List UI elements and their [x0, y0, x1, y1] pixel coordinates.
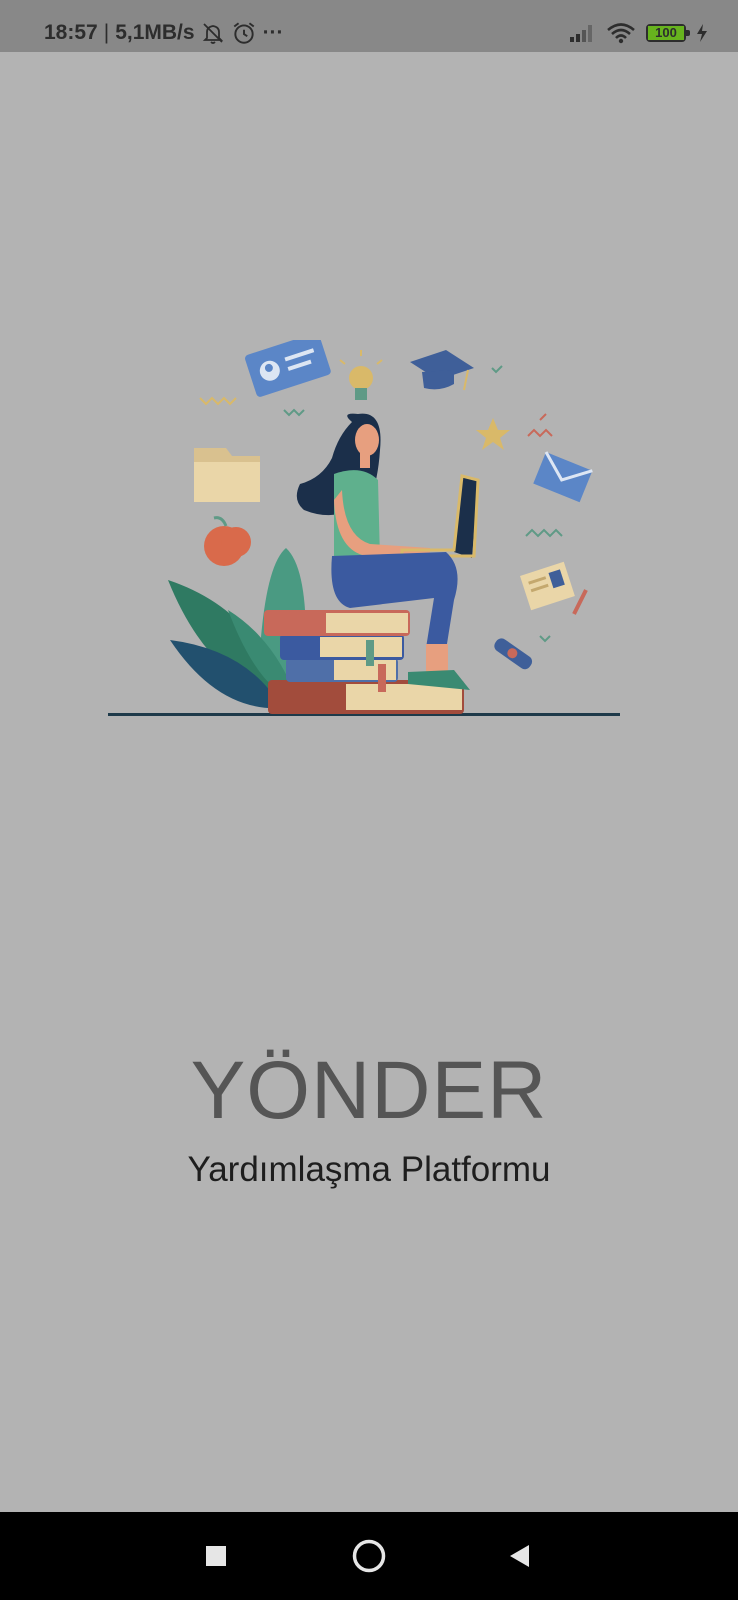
status-left: 18:57 | 5,1MB/s ··· [44, 18, 284, 48]
status-bar: 18:57 | 5,1MB/s ··· 100 [0, 0, 738, 52]
home-button[interactable] [345, 1532, 393, 1580]
document-icon [520, 561, 575, 611]
pen-icon [572, 589, 588, 615]
do-not-disturb-icon [202, 23, 223, 44]
status-separator: | [103, 21, 110, 44]
recents-square-icon [206, 1546, 226, 1566]
lightbulb-icon [339, 350, 383, 400]
charging-icon [697, 24, 707, 42]
envelope-icon [533, 451, 593, 503]
app-title: YÖNDER [190, 1045, 548, 1136]
battery-icon: 100 [646, 24, 690, 42]
status-notification-icons: ··· [201, 20, 284, 46]
app-subtitle: Yardımlaşma Platformu [187, 1150, 551, 1189]
alarm-icon [233, 22, 254, 44]
student-illustration [108, 340, 620, 716]
back-triangle-icon [510, 1545, 529, 1567]
wifi-icon [607, 23, 635, 44]
home-circle-icon [352, 1539, 386, 1573]
navigation-bar [0, 1512, 738, 1600]
squiggle-decoration [283, 408, 305, 417]
squiggle-decoration [491, 365, 503, 374]
star-icon [476, 418, 510, 450]
folder-icon [194, 448, 260, 502]
diploma-icon [494, 638, 533, 670]
more-notifications-indicator: ··· [262, 21, 284, 44]
graduation-cap-icon [410, 350, 474, 391]
apple-icon [204, 516, 251, 566]
status-right: 100 [558, 18, 708, 48]
recents-button[interactable] [192, 1532, 240, 1580]
id-card-icon [245, 340, 331, 397]
squiggle-decoration [525, 528, 563, 538]
squiggle-decoration [199, 396, 237, 406]
network-speed: 5,1MB/s [115, 21, 195, 44]
squiggle-decoration [539, 635, 551, 643]
squiggle-decoration [527, 413, 553, 438]
back-button[interactable] [496, 1532, 544, 1580]
battery-level: 100 [648, 26, 684, 40]
status-time: 18:57 [44, 21, 98, 44]
signal-icon [570, 25, 592, 42]
